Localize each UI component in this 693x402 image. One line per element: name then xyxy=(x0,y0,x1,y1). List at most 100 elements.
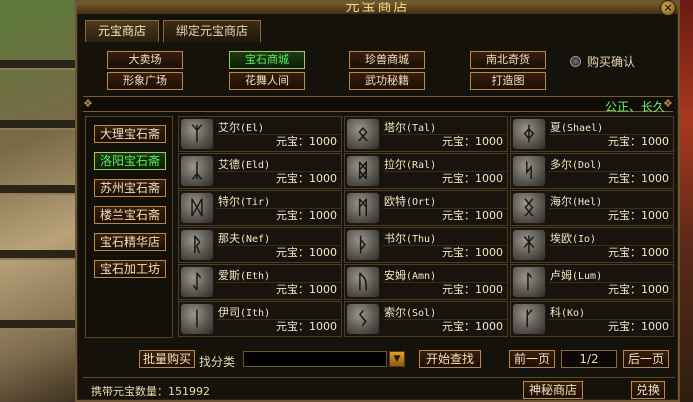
store-list: 大理宝石斋 洛阳宝石斋 苏州宝石斋 楼兰宝石斋 宝石精华店 宝石加工坊 xyxy=(85,116,173,338)
category-appearance-button[interactable]: 形象广场 xyxy=(107,72,183,90)
chevron-down-icon[interactable]: ▼ xyxy=(389,351,405,367)
item-code: (Ko) xyxy=(561,308,586,319)
item-price-label: 元宝： xyxy=(276,172,309,185)
rune-gem-icon[interactable]: ᛚ xyxy=(512,266,546,298)
scrolling-announcement: 公正、长久 xyxy=(604,100,665,114)
gem-item[interactable]: ᛥ 拉尔(Ral) 元宝：1000 xyxy=(344,153,508,189)
exchange-button[interactable]: 兑换 xyxy=(631,381,665,399)
category-gem-mall-button[interactable]: 宝石商城 xyxy=(229,51,305,69)
tab-bound-yuanbao-shop[interactable]: 绑定元宝商店 xyxy=(163,20,262,42)
item-name-cn: 夏 xyxy=(550,121,561,134)
gem-item[interactable]: ᛚ 卢姆(Lum) 元宝：1000 xyxy=(510,264,674,300)
rune-gem-icon[interactable]: ᛊ xyxy=(346,303,380,335)
item-name-cn: 那夫 xyxy=(218,232,240,245)
gem-item[interactable]: ᛊ 索尔(Sol) 元宝：1000 xyxy=(344,301,508,337)
category-pet-mall-button[interactable]: 珍兽商城 xyxy=(349,51,425,69)
rune-gem-icon[interactable]: ᛟ xyxy=(346,118,380,150)
category-goods-button[interactable]: 南北奇货 xyxy=(470,51,546,69)
rune-gem-icon[interactable]: ᛣ xyxy=(180,155,214,187)
tab-yuanbao-shop[interactable]: 元宝商店 xyxy=(85,20,160,42)
gem-item[interactable]: ᚢ 安姆(Amn) 元宝：1000 xyxy=(344,264,508,300)
store-luoyang-button[interactable]: 洛阳宝石斋 xyxy=(94,152,166,170)
store-dali-button[interactable]: 大理宝石斋 xyxy=(94,125,166,143)
item-price-label: 元宝： xyxy=(442,320,475,333)
item-price-label: 元宝： xyxy=(276,246,309,259)
rune-gem-icon[interactable]: ᛞ xyxy=(180,192,214,224)
rune-gem-icon[interactable]: ᚢ xyxy=(346,266,380,298)
item-code: (Dol) xyxy=(572,160,603,171)
rune-gem-icon[interactable]: ᛄ xyxy=(512,118,546,150)
rune-gem-icon[interactable]: ᛝ xyxy=(512,192,546,224)
item-code: (Ith) xyxy=(240,308,271,319)
item-name: 伊司(Ith) xyxy=(218,304,270,320)
item-price-label: 元宝： xyxy=(608,209,641,222)
item-price-label: 元宝： xyxy=(276,209,309,222)
item-price: 元宝：1000 xyxy=(608,207,669,223)
bulk-buy-button[interactable]: 批量购买 xyxy=(139,350,195,368)
item-name-cn: 多尔 xyxy=(550,158,572,171)
item-code: (El) xyxy=(240,123,265,134)
item-code: (Lum) xyxy=(572,271,603,282)
next-page-button[interactable]: 后一页 xyxy=(623,350,669,368)
search-category-label: 找分类 xyxy=(199,355,236,369)
item-name: 欧特(Ort) xyxy=(384,193,436,209)
title-bar[interactable]: 元宝商店 xyxy=(77,2,678,14)
start-search-button[interactable]: 开始查找 xyxy=(419,350,481,368)
gem-item[interactable]: ᚦ 书尔(Thu) 元宝：1000 xyxy=(344,227,508,263)
category-dabuchang-button[interactable]: 大卖场 xyxy=(107,51,183,69)
item-price-label: 元宝： xyxy=(442,209,475,222)
gem-item[interactable]: ᛄ 夏(Shael) 元宝：1000 xyxy=(510,116,674,152)
gem-item[interactable]: ᛋ 多尔(Dol) 元宝：1000 xyxy=(510,153,674,189)
radio-icon[interactable] xyxy=(570,56,581,67)
rune-gem-icon[interactable]: ᚦ xyxy=(346,229,380,261)
purchase-confirm-toggle[interactable]: 购买确认 xyxy=(570,53,635,70)
gem-item[interactable]: ᛁ 伊司(Ith) 元宝：1000 xyxy=(178,301,342,337)
gem-item[interactable]: ᛞ 特尔(Tir) 元宝：1000 xyxy=(178,190,342,226)
rune-gem-icon[interactable]: ᛉ xyxy=(180,118,214,150)
store-gem-essence-button[interactable]: 宝石精华店 xyxy=(94,233,166,251)
rune-gem-icon[interactable]: ᚴ xyxy=(512,303,546,335)
prev-page-button[interactable]: 前一页 xyxy=(509,350,555,368)
item-name: 卢姆(Lum) xyxy=(550,267,602,283)
search-category-input[interactable] xyxy=(243,351,387,367)
yuanbao-shop-window: 元宝商店 × 元宝商店 绑定元宝商店 大卖场 宝石商城 珍兽商城 南北奇货 形象… xyxy=(75,0,680,402)
rune-gem-icon[interactable]: ᛋ xyxy=(512,155,546,187)
item-price-value: 1000 xyxy=(475,209,503,222)
item-price-value: 1000 xyxy=(309,135,337,148)
gem-item[interactable]: ᛗ 欧特(Ort) 元宝：1000 xyxy=(344,190,508,226)
item-price-value: 1000 xyxy=(309,320,337,333)
carried-yuanbao: 携带元宝数量：151992 xyxy=(91,383,210,399)
gem-item[interactable]: ᛇ 爱斯(Eth) 元宝：1000 xyxy=(178,264,342,300)
item-price: 元宝：1000 xyxy=(442,244,503,260)
item-price-label: 元宝： xyxy=(276,320,309,333)
item-name-cn: 卢姆 xyxy=(550,269,572,282)
rune-gem-icon[interactable]: ᛥ xyxy=(346,155,380,187)
mystery-shop-button[interactable]: 神秘商店 xyxy=(523,381,583,399)
category-martial-arts-button[interactable]: 武功秘籍 xyxy=(349,72,425,90)
gem-item[interactable]: ᛉ 艾尔(El) 元宝：1000 xyxy=(178,116,342,152)
item-name-cn: 塔尔 xyxy=(384,121,406,134)
item-name: 爱斯(Eth) xyxy=(218,267,270,283)
category-blueprints-button[interactable]: 打造图 xyxy=(470,72,546,90)
item-price-label: 元宝： xyxy=(608,283,641,296)
gem-item[interactable]: ᛝ 海尔(Hel) 元宝：1000 xyxy=(510,190,674,226)
category-flowers-button[interactable]: 花舞人间 xyxy=(229,72,305,90)
gem-item[interactable]: ᛡ 埃欧(Io) 元宝：1000 xyxy=(510,227,674,263)
rune-gem-icon[interactable]: ᚱ xyxy=(180,229,214,261)
item-name: 特尔(Tir) xyxy=(218,193,270,209)
rune-gem-icon[interactable]: ᛗ xyxy=(346,192,380,224)
gem-item[interactable]: ᛣ 艾德(Eld) 元宝：1000 xyxy=(178,153,342,189)
rune-gem-icon[interactable]: ᛇ xyxy=(180,266,214,298)
item-name-cn: 艾尔 xyxy=(218,121,240,134)
store-gem-workshop-button[interactable]: 宝石加工坊 xyxy=(94,260,166,278)
status-bar: 携带元宝数量：151992 神秘商店 兑换 xyxy=(83,377,675,399)
store-suzhou-button[interactable]: 苏州宝石斋 xyxy=(94,179,166,197)
item-price: 元宝：1000 xyxy=(276,207,337,223)
gem-item[interactable]: ᚴ 科(Ko) 元宝：1000 xyxy=(510,301,674,337)
close-button[interactable]: × xyxy=(660,0,676,16)
gem-item[interactable]: ᛟ 塔尔(Tal) 元宝：1000 xyxy=(344,116,508,152)
store-loulan-button[interactable]: 楼兰宝石斋 xyxy=(94,206,166,224)
gem-item[interactable]: ᚱ 那夫(Nef) 元宝：1000 xyxy=(178,227,342,263)
rune-gem-icon[interactable]: ᛁ xyxy=(180,303,214,335)
rune-gem-icon[interactable]: ᛡ xyxy=(512,229,546,261)
